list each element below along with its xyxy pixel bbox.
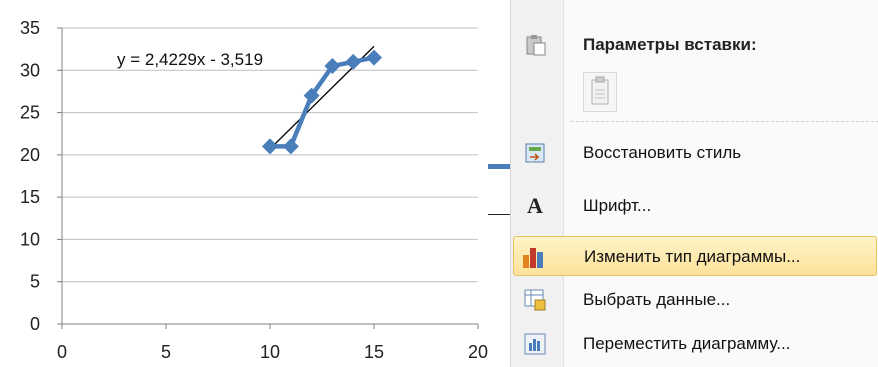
move-chart-icon xyxy=(523,332,547,356)
scatter-chart[interactable]: 0 5 10 15 20 25 30 35 0 5 10 15 20 y = 2,4229x - 3,5… xyxy=(0,0,510,367)
clipboard-icon xyxy=(591,76,609,105)
menu-item-change-chart-type[interactable]: Изменить тип диаграммы... xyxy=(513,236,877,276)
menu-item-move-chart[interactable]: Переместить диаграмму... xyxy=(511,324,878,364)
y-tick-label: 20 xyxy=(20,145,40,165)
data-point[interactable] xyxy=(282,138,299,155)
menu-item-reset-style[interactable]: Восстановить стиль xyxy=(511,133,878,173)
paste-keep-formatting-button[interactable] xyxy=(583,72,617,112)
x-tick-label: 20 xyxy=(468,342,488,362)
y-tick-label: 25 xyxy=(20,103,40,123)
y-tick-label: 30 xyxy=(20,60,40,80)
select-data-icon xyxy=(523,288,547,312)
chart-type-icon xyxy=(522,245,546,269)
x-tick-label: 15 xyxy=(364,342,384,362)
x-tick-label: 10 xyxy=(260,342,280,362)
paste-options-header: Параметры вставки: xyxy=(511,25,878,65)
menu-item-label: Выбрать данные... xyxy=(583,290,731,309)
menu-item-label: Изменить тип диаграммы... xyxy=(584,247,801,266)
x-tick-label: 0 xyxy=(57,342,67,362)
y-tick-label: 0 xyxy=(30,314,40,334)
menu-item-label: Восстановить стиль xyxy=(583,143,742,162)
menu-item-label: Переместить диаграмму... xyxy=(583,334,791,353)
menu-item-select-data[interactable]: Выбрать данные... xyxy=(511,280,878,320)
y-tick-label: 35 xyxy=(20,18,40,38)
data-point[interactable] xyxy=(345,53,362,70)
reset-style-icon xyxy=(523,141,547,165)
chart-border-fragment xyxy=(488,164,510,169)
y-tick-label: 10 xyxy=(20,229,40,249)
paste-options-label: Параметры вставки: xyxy=(583,35,757,54)
y-tick-label: 5 xyxy=(30,272,40,292)
font-icon: A xyxy=(527,193,543,218)
menu-item-label: Шрифт... xyxy=(583,196,652,215)
context-menu: Параметры вставки: Восстановить стиль A … xyxy=(510,0,878,367)
y-tick-label: 15 xyxy=(20,187,40,207)
paste-icon xyxy=(523,33,547,57)
data-point[interactable] xyxy=(262,138,278,155)
chart-area[interactable]: 0 5 10 15 20 25 30 35 0 5 10 15 20 y = 2,4229x - 3,5… xyxy=(0,0,510,367)
x-tick-label: 5 xyxy=(161,342,171,362)
trendline-equation: y = 2,4229x - 3,519 xyxy=(117,50,263,69)
menu-item-font[interactable]: A Шрифт... xyxy=(511,186,878,226)
axis-line-fragment xyxy=(488,214,510,215)
menu-separator xyxy=(571,121,878,122)
